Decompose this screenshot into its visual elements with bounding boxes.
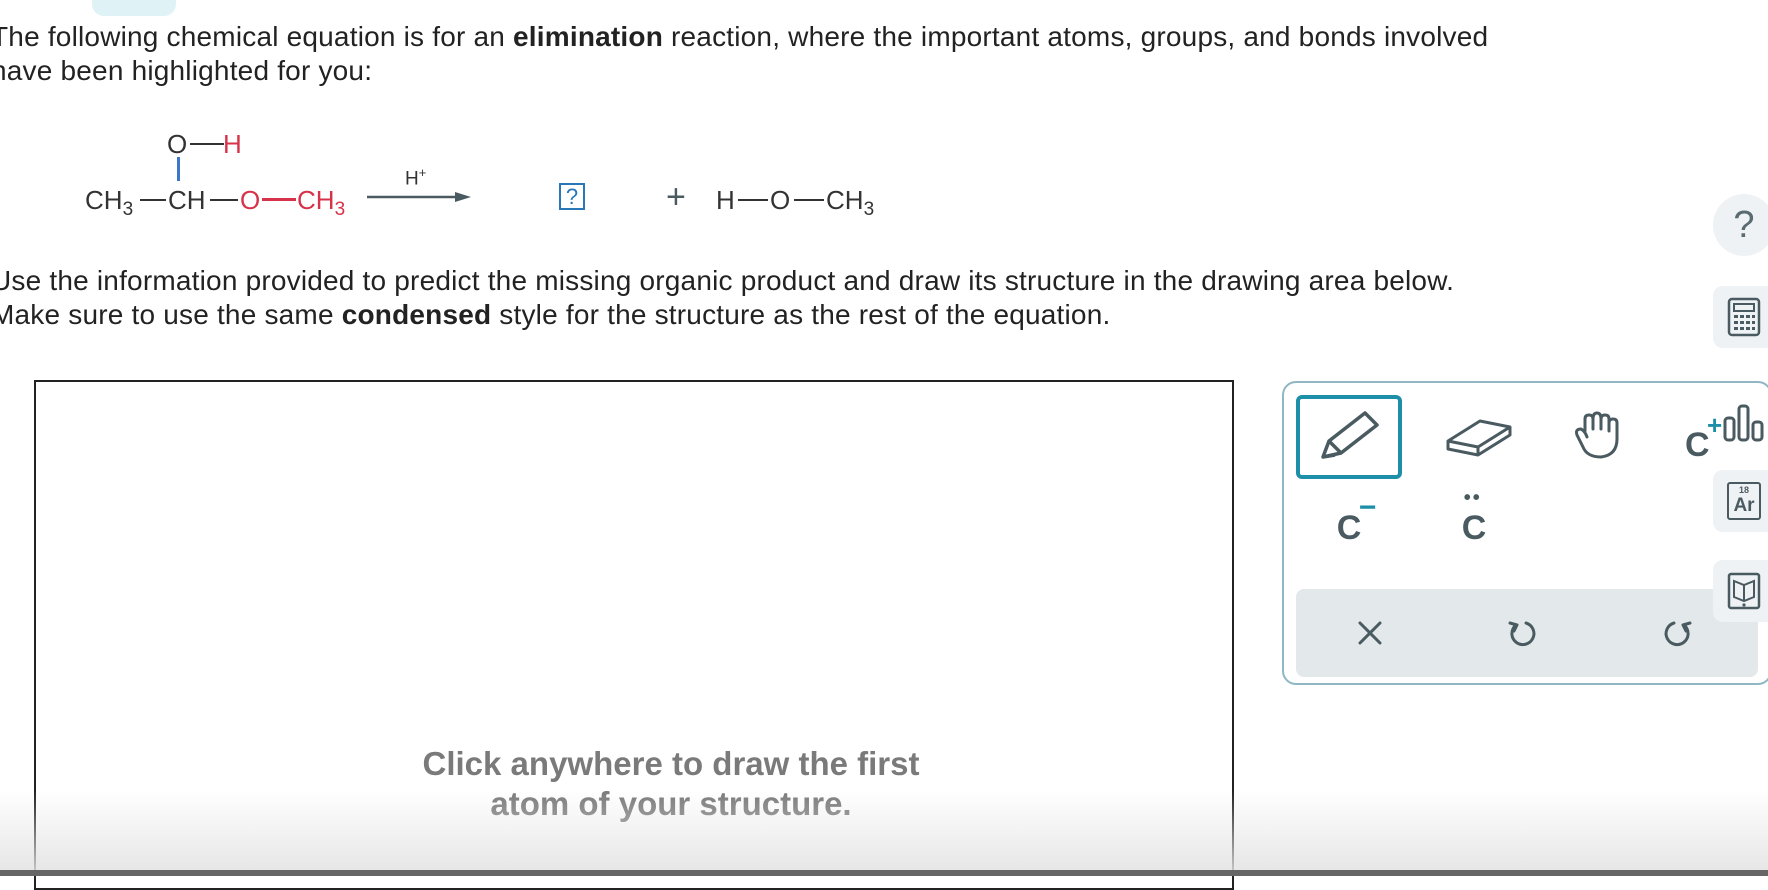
reactant-ch3: CH3 xyxy=(85,185,134,220)
oh-bond xyxy=(190,143,224,145)
help-button[interactable]: ? xyxy=(1713,194,1768,256)
ch-o-bond xyxy=(210,199,238,201)
pencil-tool-button[interactable] xyxy=(1296,395,1402,479)
book-icon xyxy=(1727,572,1761,610)
drawing-canvas[interactable]: Click anywhere to draw the first atom of… xyxy=(34,380,1234,890)
redo-button[interactable] xyxy=(1648,605,1708,661)
intro-text: The following chemical equation is for a… xyxy=(0,21,1489,86)
catalyst-label: H+ xyxy=(405,165,427,190)
drawing-hint: Click anywhere to draw the first atom of… xyxy=(422,745,920,822)
hand-icon xyxy=(1575,411,1619,459)
charge-minus-icon: C − xyxy=(1336,490,1377,547)
reactant-ch: CH xyxy=(168,185,206,215)
chain-tool-button[interactable]: C + xyxy=(1674,397,1768,473)
lone-pair-icon: C •• xyxy=(1461,486,1487,547)
periodic-table-button[interactable]: 18 Ar xyxy=(1713,470,1768,532)
plus-sign: + xyxy=(666,178,686,216)
clear-icon xyxy=(1358,621,1382,645)
eraser-tool-button[interactable] xyxy=(1434,403,1524,469)
reference-book-button[interactable] xyxy=(1713,560,1768,622)
product2-o: O xyxy=(770,185,791,215)
reaction-arrow-icon xyxy=(367,192,471,202)
action-strip xyxy=(1296,589,1758,677)
help-icon: ? xyxy=(1733,203,1755,246)
o-ch3-bond xyxy=(794,199,824,201)
eraser-icon xyxy=(1446,419,1512,457)
charge-tool-button[interactable]: C − xyxy=(1304,490,1394,563)
reactant-o: O xyxy=(240,185,261,215)
lone-pair-tool-button[interactable]: C •• xyxy=(1429,486,1519,563)
reactant-ch3b: CH3 xyxy=(297,185,346,220)
undo-icon xyxy=(1508,621,1536,647)
instructions-text: Use the information provided to predict … xyxy=(0,265,1455,330)
periodic-table-icon: 18 Ar xyxy=(1727,482,1761,520)
clear-button[interactable] xyxy=(1340,605,1400,661)
ch3-ch-bond xyxy=(140,199,166,201)
product2-h: H xyxy=(716,185,735,215)
o-ch3-bond-highlight xyxy=(262,198,296,201)
reactant-top-o: O xyxy=(167,129,188,159)
calculator-button[interactable] xyxy=(1713,286,1768,348)
chain-icon: C + xyxy=(1679,404,1765,466)
calculator-icon xyxy=(1727,297,1761,337)
undo-button[interactable] xyxy=(1492,605,1552,661)
c-o-bond-highlight xyxy=(177,157,180,181)
bottom-scrollbar[interactable] xyxy=(0,870,1768,876)
hand-tool-button[interactable] xyxy=(1554,403,1644,469)
reactant-top-h: H xyxy=(223,129,242,159)
top-tab-pill xyxy=(92,0,176,16)
product2-ch3: CH3 xyxy=(826,185,875,220)
missing-product-box: ? xyxy=(559,183,585,210)
redo-icon xyxy=(1664,621,1692,647)
pencil-icon xyxy=(1321,411,1379,459)
drawing-toolbar: C + C − C •• xyxy=(1282,381,1768,685)
h-o-bond xyxy=(738,199,768,201)
